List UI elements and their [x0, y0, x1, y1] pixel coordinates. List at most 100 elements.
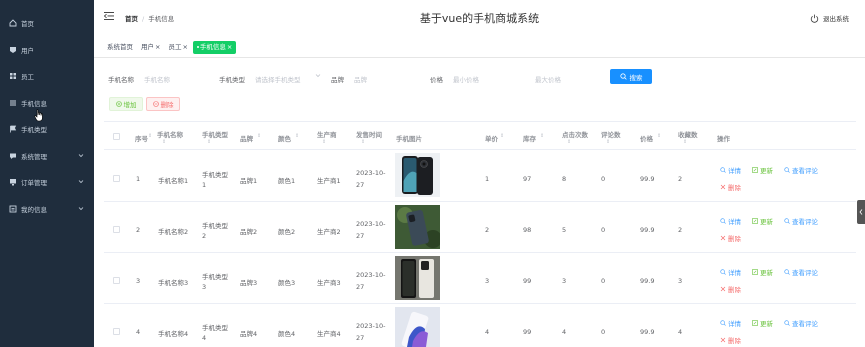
detail-link[interactable]: 详情	[720, 165, 741, 175]
row-checkbox[interactable]	[113, 175, 120, 182]
detail-link[interactable]: 详情	[720, 318, 741, 328]
user-icon	[9, 46, 17, 54]
sort-icon[interactable]: ⇕	[162, 139, 166, 145]
tabs-bar: 系统首页 用户× 员工× 手机信息×	[104, 40, 238, 54]
sidebar-item-home[interactable]: 首页	[0, 10, 94, 36]
sort-icon[interactable]: ⇕	[540, 133, 544, 139]
column-header-price[interactable]: 价格	[640, 133, 653, 143]
sort-icon[interactable]: ⇕	[257, 133, 261, 139]
close-icon[interactable]: ×	[227, 43, 232, 51]
close-icon[interactable]: ×	[182, 43, 187, 51]
sidebar-item-label: 手机类型	[21, 126, 47, 134]
cell-name: 手机名称4	[158, 330, 189, 338]
view-comments-link[interactable]: 查看评论	[784, 267, 818, 277]
cell-type-suffix: 4	[202, 334, 207, 342]
sidebar-item-phone-type[interactable]: 手机类型	[0, 116, 94, 142]
side-panel-toggle-icon[interactable]	[857, 200, 865, 224]
row-checkbox[interactable]	[113, 277, 120, 284]
sidebar-item-phone-info[interactable]: 手机信息	[0, 90, 94, 116]
column-header-name[interactable]: 手机名称	[157, 129, 183, 139]
row-checkbox[interactable]	[113, 328, 120, 335]
chevron-down-icon[interactable]	[315, 72, 321, 80]
sidebar-item-my-info[interactable]: 我的信息	[0, 196, 94, 222]
search-icon	[720, 269, 726, 275]
tab-users[interactable]: 用户×	[138, 41, 163, 54]
cell-color: 颜色1	[278, 177, 296, 185]
delete-link[interactable]: 删除	[720, 335, 741, 345]
add-button[interactable]: 增加	[109, 97, 143, 111]
sidebar-item-staff[interactable]: 员工	[0, 63, 94, 89]
close-icon	[720, 184, 726, 190]
update-link[interactable]: 更新	[752, 165, 773, 175]
view-comments-link[interactable]: 查看评论	[784, 318, 818, 328]
column-header-stock[interactable]: 库存	[523, 133, 536, 143]
update-link[interactable]: 更新	[752, 267, 773, 277]
edit-icon	[752, 218, 758, 224]
cell-brand: 品牌3	[240, 279, 258, 287]
search-name-label: 手机名称	[108, 76, 134, 84]
column-header-brand[interactable]: 品牌	[240, 133, 253, 143]
sort-icon[interactable]: ⇕	[567, 139, 571, 145]
column-header-type[interactable]: 手机类型	[202, 129, 228, 139]
column-header-date[interactable]: 发售时间	[356, 129, 382, 139]
logout-button[interactable]: 退出系统	[810, 13, 849, 23]
cell-date-day: 27	[356, 232, 365, 240]
search-price-max-input[interactable]: 最大价格	[535, 74, 561, 84]
column-header-comments[interactable]: 评论数	[601, 129, 621, 139]
view-comments-link[interactable]: 查看评论	[784, 216, 818, 226]
chevron-down-icon	[78, 178, 84, 186]
close-icon[interactable]: ×	[155, 43, 160, 51]
delete-link[interactable]: 删除	[720, 284, 741, 294]
sort-icon[interactable]: ⇕	[657, 133, 661, 139]
sidebar-item-label: 首页	[21, 20, 34, 28]
column-header-clicks[interactable]: 点击次数	[562, 129, 588, 139]
column-header-favorites[interactable]: 收藏数	[678, 129, 698, 139]
cell-price: 99.9	[640, 175, 655, 183]
plus-icon	[115, 101, 122, 107]
cell-price: 99.9	[640, 226, 655, 234]
search-name-input[interactable]: 手机名称	[144, 74, 170, 84]
search-type-select[interactable]: 请选择手机类型	[255, 74, 301, 84]
row-checkbox[interactable]	[113, 226, 120, 233]
tab-staff[interactable]: 员工×	[165, 41, 190, 54]
column-header-unit-price[interactable]: 单价	[485, 133, 498, 143]
search-brand-input[interactable]: 品牌	[354, 74, 367, 84]
search-icon	[720, 167, 726, 173]
sort-icon[interactable]: ⇕	[361, 139, 365, 145]
tab-phone-info[interactable]: 手机信息×	[192, 40, 237, 54]
sort-icon[interactable]: ⇕	[606, 139, 610, 145]
column-header-color[interactable]: 颜色	[278, 133, 291, 143]
update-link[interactable]: 更新	[752, 318, 773, 328]
cell-comments: 0	[601, 175, 606, 183]
column-header-maker[interactable]: 生产商	[317, 129, 337, 139]
detail-link[interactable]: 详情	[720, 216, 741, 226]
update-link[interactable]: 更新	[752, 216, 773, 226]
close-icon	[720, 337, 726, 343]
delete-label: 删除	[728, 184, 741, 192]
sort-icon[interactable]: ⇕	[295, 133, 299, 139]
search-price-min-input[interactable]: 最小价格	[453, 74, 479, 84]
sort-icon[interactable]: ⇕	[500, 133, 504, 139]
sidebar-item-users[interactable]: 用户	[0, 37, 94, 63]
delete-button-label: 删除	[160, 101, 174, 109]
sort-icon[interactable]: ⇕	[148, 133, 152, 139]
tab-home[interactable]: 系统首页	[104, 41, 136, 54]
delete-link[interactable]: 删除	[720, 182, 741, 192]
cell-index: 1	[136, 175, 141, 183]
cell-date-day: 27	[356, 283, 365, 291]
detail-link[interactable]: 详情	[720, 267, 741, 277]
cell-favorites: 2	[678, 226, 683, 234]
view-comments-link[interactable]: 查看评论	[784, 165, 818, 175]
sidebar-item-system[interactable]: 系统管理	[0, 143, 94, 169]
sort-icon[interactable]: ⇕	[683, 139, 687, 145]
cell-maker: 生产商3	[317, 279, 341, 287]
select-all-checkbox[interactable]	[113, 133, 120, 140]
search-button[interactable]: 搜索	[610, 69, 652, 84]
sidebar-item-orders[interactable]: 订单管理	[0, 169, 94, 195]
delete-button[interactable]: 删除	[146, 97, 180, 111]
mouse-pointer-icon	[34, 109, 44, 124]
phone-image	[395, 205, 440, 249]
delete-link[interactable]: 删除	[720, 233, 741, 243]
sort-icon[interactable]: ⇕	[207, 139, 211, 145]
sort-icon[interactable]: ⇕	[322, 139, 326, 145]
